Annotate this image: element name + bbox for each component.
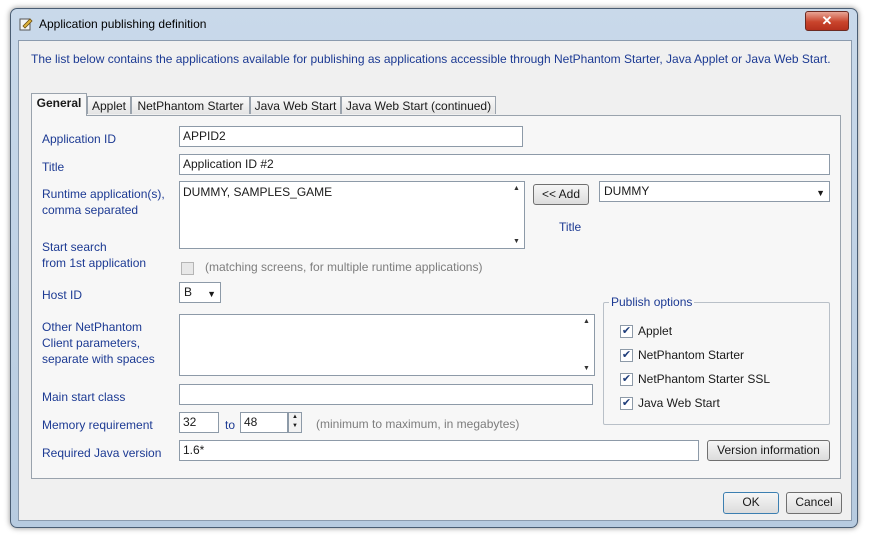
- general-panel: Application ID APPID2 Title Application …: [31, 115, 841, 479]
- netphantom-starter-checkbox[interactable]: ✔: [620, 349, 633, 362]
- host-id-value: B: [184, 285, 193, 299]
- window-title: Application publishing definition: [39, 17, 207, 31]
- tab-netphantom-starter[interactable]: NetPhantom Starter: [131, 96, 250, 114]
- scroll-down-icon[interactable]: ▼: [513, 238, 520, 245]
- runtime-apps-scrollbar[interactable]: ▲ ▼: [510, 182, 524, 248]
- main-class-field[interactable]: [179, 384, 593, 405]
- host-id-label: Host ID: [42, 288, 83, 302]
- runtime-apps-textarea[interactable]: DUMMY, SAMPLES_GAME ▲ ▼: [179, 181, 525, 249]
- start-search-hint: (matching screens, for multiple runtime …: [205, 260, 483, 274]
- runtime-app-combo[interactable]: DUMMY ▼: [599, 181, 830, 202]
- dialog-client-area: The list below contains the applications…: [18, 40, 852, 521]
- netphantom-starter-ssl-checkbox[interactable]: ✔: [620, 373, 633, 386]
- title-bar[interactable]: Application publishing definition ✕: [11, 9, 857, 39]
- start-search-label-line1: Start search: [42, 240, 107, 254]
- memory-to-label: to: [225, 418, 236, 432]
- other-params-scrollbar[interactable]: ▲ ▼: [580, 315, 594, 375]
- runtime-apps-value: DUMMY, SAMPLES_GAME: [183, 185, 333, 199]
- title-label: Title: [42, 160, 65, 174]
- publish-options-group: Publish options ✔ Applet ✔ NetPhantom St…: [603, 295, 830, 425]
- java-version-label: Required Java version: [42, 446, 162, 460]
- tab-general[interactable]: General: [31, 93, 87, 116]
- cancel-button[interactable]: Cancel: [786, 492, 842, 514]
- netphantom-starter-ssl-option-label: NetPhantom Starter SSL: [638, 372, 771, 386]
- add-button[interactable]: << Add: [533, 184, 589, 205]
- app-id-label: Application ID: [42, 132, 117, 146]
- other-params-label-line1: Other NetPhantom: [42, 320, 143, 334]
- start-search-checkbox[interactable]: [181, 262, 194, 275]
- chevron-down-icon: ▼: [207, 289, 216, 299]
- scroll-up-icon[interactable]: ▲: [513, 185, 520, 192]
- runtime-app-title-caption: Title: [559, 220, 582, 234]
- applet-option-label: Applet: [638, 324, 673, 338]
- memory-max-spinner[interactable]: ▲ ▼: [288, 412, 302, 433]
- tab-applet[interactable]: Applet: [87, 96, 131, 114]
- java-web-start-checkbox[interactable]: ✔: [620, 397, 633, 410]
- memory-hint: (minimum to maximum, in megabytes): [316, 417, 520, 431]
- spin-down-icon[interactable]: ▼: [289, 422, 301, 431]
- app-publish-icon: [19, 18, 33, 31]
- host-id-combo[interactable]: B ▼: [179, 282, 221, 303]
- start-search-label-line2: from 1st application: [42, 256, 147, 270]
- scroll-up-icon[interactable]: ▲: [583, 318, 590, 325]
- runtime-apps-label-line2: comma separated: [42, 203, 139, 217]
- tab-java-web-start-continued[interactable]: Java Web Start (continued): [341, 96, 496, 114]
- app-id-field[interactable]: APPID2: [179, 126, 523, 147]
- applet-checkbox[interactable]: ✔: [620, 325, 633, 338]
- other-params-label-line3: separate with spaces: [42, 352, 155, 366]
- other-params-label-line2: Client parameters,: [42, 336, 141, 350]
- chevron-down-icon: ▼: [816, 188, 825, 198]
- netphantom-starter-option-label: NetPhantom Starter: [638, 348, 745, 362]
- dialog-window: Application publishing definition ✕ The …: [10, 8, 858, 528]
- runtime-apps-label-line1: Runtime application(s),: [42, 187, 165, 201]
- title-field[interactable]: Application ID #2: [179, 154, 830, 175]
- memory-min-field[interactable]: 32: [179, 412, 219, 433]
- memory-max-field[interactable]: 48: [240, 412, 288, 433]
- memory-label: Memory requirement: [42, 418, 153, 432]
- scroll-down-icon[interactable]: ▼: [583, 365, 590, 372]
- runtime-app-combo-value: DUMMY: [604, 184, 650, 198]
- close-button[interactable]: ✕: [805, 11, 849, 31]
- other-params-textarea[interactable]: ▲ ▼: [179, 314, 595, 376]
- spin-up-icon[interactable]: ▲: [289, 413, 301, 422]
- description-text: The list below contains the applications…: [31, 52, 831, 66]
- version-information-button[interactable]: Version information: [707, 440, 830, 461]
- close-icon: ✕: [821, 13, 833, 28]
- publish-options-title: Publish options: [609, 295, 695, 309]
- java-version-field[interactable]: 1.6*: [179, 440, 699, 461]
- ok-button[interactable]: OK: [723, 492, 779, 514]
- tab-java-web-start[interactable]: Java Web Start: [250, 96, 341, 114]
- java-web-start-option-label: Java Web Start: [638, 396, 720, 410]
- main-class-label: Main start class: [42, 390, 126, 404]
